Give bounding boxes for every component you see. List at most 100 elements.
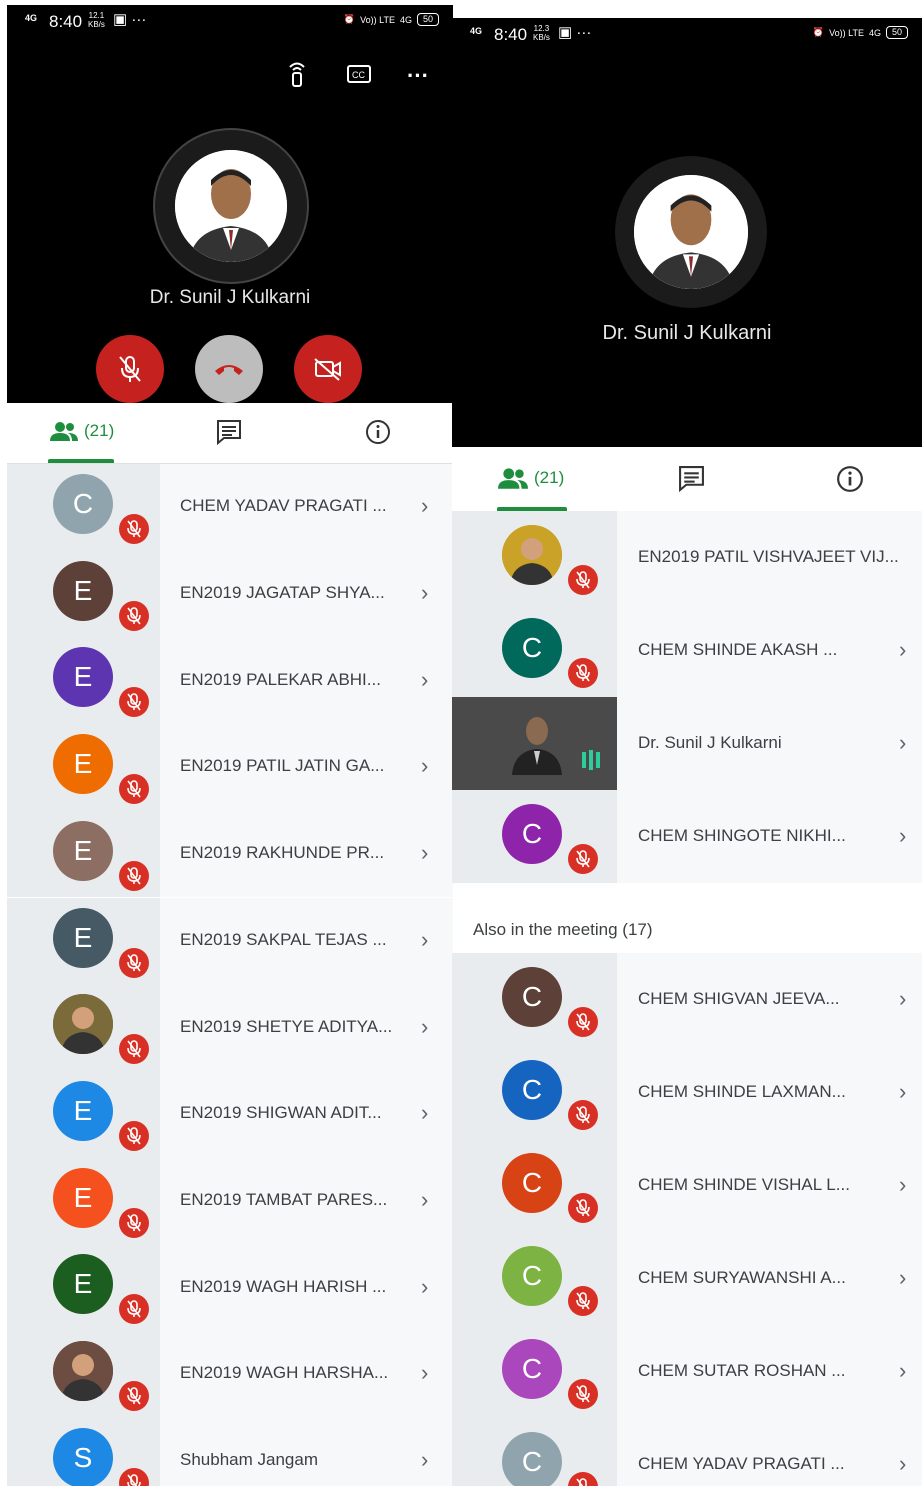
participant-row[interactable]: S Shubham Jangam › <box>7 1417 453 1486</box>
participant-avatar: C <box>502 1432 562 1486</box>
chevron-right-icon[interactable]: › <box>421 1447 428 1473</box>
participant-avatar: C <box>502 804 562 864</box>
chevron-right-icon[interactable]: › <box>899 730 906 756</box>
tab-chat[interactable] <box>216 419 242 445</box>
avatar-initial: C <box>521 1074 543 1105</box>
network-4g: 4G <box>868 27 881 38</box>
network-speed: 12.3 KB/s <box>533 24 550 42</box>
participant-avatar: C <box>502 1339 562 1399</box>
participant-name: CHEM SURYAWANSHI A... <box>638 1267 846 1287</box>
tab-info[interactable] <box>365 419 391 445</box>
chevron-right-icon[interactable]: › <box>899 1451 906 1477</box>
participant-row[interactable]: E EN2019 SHIGWAN ADIT... › <box>7 1070 453 1158</box>
participant-row[interactable]: C CHEM YADAV PRAGATI ... › <box>7 464 453 551</box>
tab-chat[interactable] <box>678 465 705 492</box>
participant-row[interactable]: EN2019 PATIL VISHVAJEET VIJ... <box>452 511 922 604</box>
avatar-initial: E <box>73 661 93 693</box>
mute-button[interactable] <box>96 335 164 403</box>
participant-row[interactable]: E EN2019 RAKHUNDE PR... › <box>7 810 453 898</box>
chevron-right-icon[interactable]: › <box>421 1100 428 1126</box>
notification-overflow: ▣ ··· <box>113 11 147 28</box>
participant-row[interactable]: EN2019 WAGH HARSHA... › <box>7 1331 453 1418</box>
chevron-right-icon[interactable]: › <box>421 1274 428 1300</box>
notification-overflow: ▣ ··· <box>558 24 592 41</box>
participant-row[interactable]: C CHEM SHINDE AKASH ... › <box>452 604 922 697</box>
chevron-right-icon[interactable]: › <box>421 667 428 693</box>
participant-row[interactable]: C CHEM SHIGVAN JEEVA... › <box>452 953 922 1046</box>
camera-off-button[interactable] <box>294 335 362 403</box>
mic-off-icon <box>127 1300 141 1318</box>
chevron-right-icon[interactable]: › <box>899 1265 906 1291</box>
chevron-right-icon[interactable]: › <box>421 753 428 779</box>
chevron-right-icon[interactable]: › <box>421 1187 428 1213</box>
chevron-right-icon[interactable]: › <box>899 1358 906 1384</box>
participant-avatar: C <box>502 967 562 1027</box>
participant-row[interactable]: C CHEM SHINDE LAXMAN... › <box>452 1046 922 1139</box>
chevron-right-icon[interactable]: › <box>421 493 428 519</box>
captions-icon[interactable]: CC <box>347 65 371 88</box>
participant-row[interactable]: Dr. Sunil J Kulkarni › <box>452 697 922 790</box>
participant-row[interactable]: C CHEM YADAV PRAGATI ... › <box>452 1418 922 1486</box>
avatar-initial: C <box>521 632 543 663</box>
muted-indicator <box>568 1007 598 1037</box>
participants-count: (21) <box>84 421 115 440</box>
participant-row[interactable]: E EN2019 TAMBAT PARES... › <box>7 1157 453 1245</box>
tab-people[interactable]: (21) <box>498 467 564 489</box>
more-options-icon[interactable]: ··· <box>407 63 429 89</box>
chevron-right-icon[interactable]: › <box>421 927 428 953</box>
chevron-right-icon[interactable]: › <box>421 1360 428 1386</box>
participant-row[interactable]: C CHEM SUTAR ROSHAN ... › <box>452 1325 922 1418</box>
chevron-right-icon[interactable]: › <box>899 1079 906 1105</box>
speaking-indicator <box>582 749 600 770</box>
host-avatar <box>615 156 767 308</box>
participant-row[interactable]: C CHEM SHINGOTE NIKHI... › <box>452 790 922 883</box>
avatar-initial: C <box>521 818 543 849</box>
participant-row[interactable]: EN2019 SHETYE ADITYA... › <box>7 984 453 1071</box>
participant-row[interactable]: C CHEM SURYAWANSHI A... › <box>452 1232 922 1325</box>
chevron-right-icon[interactable]: › <box>421 580 428 606</box>
muted-indicator <box>119 1381 149 1411</box>
chevron-right-icon[interactable]: › <box>899 986 906 1012</box>
status-bar: 4G 8:40 12.3 KB/s ▣ ··· ⏰ Vo)) LTE 4G 50 <box>452 18 922 52</box>
status-right: ⏰ Vo)) LTE 4G 50 <box>813 26 908 39</box>
tab-bar: (21) <box>452 447 922 512</box>
chevron-right-icon[interactable]: › <box>421 1014 428 1040</box>
mic-off-icon <box>576 1199 590 1217</box>
also-in-meeting-label: Also in the meeting (17) <box>473 920 653 939</box>
end-call-button[interactable] <box>195 335 263 403</box>
chevron-right-icon[interactable]: › <box>899 823 906 849</box>
chevron-right-icon[interactable]: › <box>421 840 428 866</box>
participant-row[interactable]: E EN2019 SAKPAL TEJAS ... › <box>7 897 453 985</box>
mic-off-icon <box>576 850 590 868</box>
muted-indicator <box>119 1207 149 1238</box>
chevron-right-icon[interactable]: › <box>899 637 906 663</box>
participant-avatar: E <box>53 1080 113 1141</box>
status-bar: 4G 8:40 12.1 KB/s ▣ ··· ⏰ Vo)) LTE 4G 50 <box>7 5 453 39</box>
avatar-initial: C <box>521 1446 543 1477</box>
alarm-icon: ⏰ <box>343 14 356 24</box>
call-header: 4G 8:40 12.1 KB/s ▣ ··· ⏰ Vo)) LTE 4G 50 … <box>7 5 453 403</box>
mic-off-icon <box>127 1213 141 1232</box>
participant-name: EN2019 RAKHUNDE PR... <box>180 843 385 863</box>
muted-indicator <box>568 1100 598 1130</box>
tab-people[interactable]: (21) <box>50 421 114 441</box>
participant-row[interactable]: E EN2019 JAGATAP SHYA... › <box>7 550 453 638</box>
participant-avatar: E <box>53 907 113 968</box>
camera-off-icon <box>314 358 341 381</box>
participant-row[interactable]: E EN2019 PALEKAR ABHI... › <box>7 637 453 725</box>
audio-device-icon[interactable] <box>287 60 307 93</box>
participant-avatar <box>502 525 562 585</box>
active-tab-indicator <box>48 459 114 463</box>
host-name: Dr. Sunil J Kulkarni <box>149 287 311 308</box>
participant-row[interactable]: C CHEM SHINDE VISHAL L... › <box>452 1139 922 1232</box>
participant-name: CHEM SHINGOTE NIKHI... <box>638 825 846 845</box>
mic-off-icon <box>127 780 141 798</box>
info-icon <box>366 420 390 444</box>
participants-count: (21) <box>534 468 565 487</box>
mic-off-icon <box>127 1040 141 1058</box>
participant-row[interactable]: E EN2019 WAGH HARISH ... › <box>7 1244 453 1331</box>
avatar-initial: C <box>521 1167 543 1198</box>
tab-info[interactable] <box>836 465 864 493</box>
participant-row[interactable]: E EN2019 PATIL JATIN GA... › <box>7 724 453 811</box>
chevron-right-icon[interactable]: › <box>899 1172 906 1198</box>
